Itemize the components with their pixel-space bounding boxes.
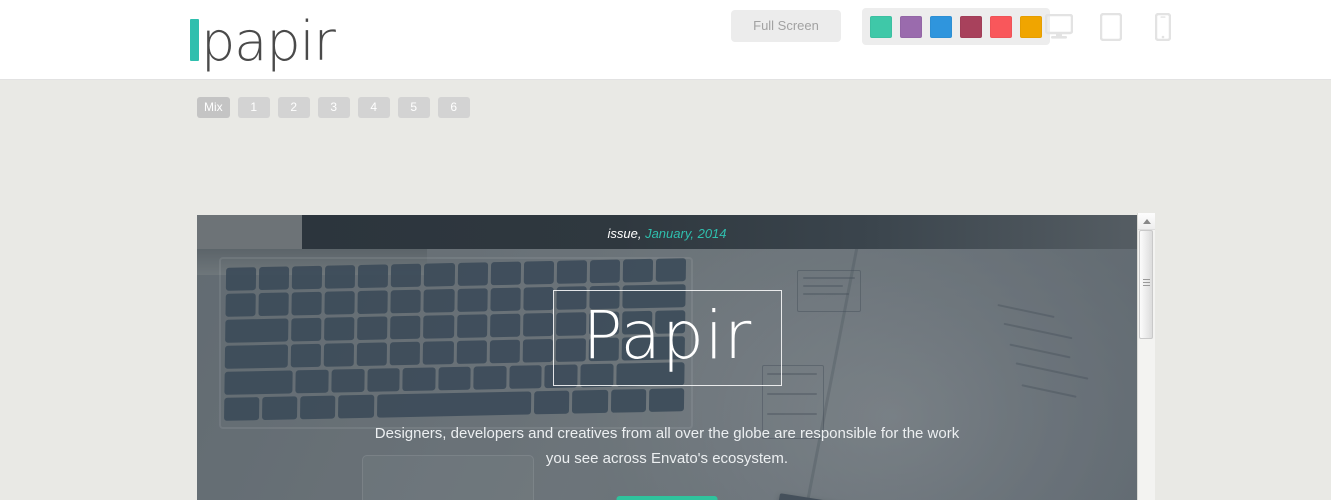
swatch-blue[interactable]	[930, 15, 952, 38]
issue-line: issue, January, 2014	[197, 226, 1137, 241]
tablet-icon	[1100, 13, 1122, 41]
template-tab-row: Mix 1 2 3 4 5 6	[197, 97, 470, 118]
tablet-view-button[interactable]	[1092, 8, 1130, 46]
color-swatch-group	[862, 8, 1050, 45]
tab-1[interactable]: 1	[237, 97, 270, 118]
logo-text: papir	[201, 10, 336, 73]
tab-5[interactable]: 5	[397, 97, 430, 118]
scroll-up-button[interactable]	[1138, 213, 1155, 230]
scrollbar-thumb[interactable]	[1139, 230, 1153, 339]
hero-description: Designers, developers and creatives from…	[374, 425, 960, 467]
preview-canvas: Mix 1 2 3 4 5 6 issue, January, 2014 Pap…	[0, 80, 1331, 500]
swatch-teal[interactable]	[870, 15, 892, 38]
logo[interactable]: papir	[190, 10, 336, 73]
more-detail-button[interactable]: More detail	[616, 496, 718, 500]
tab-2[interactable]: 2	[277, 97, 310, 118]
swatch-coral[interactable]	[990, 15, 1012, 38]
logo-accent-bar	[190, 19, 199, 61]
issue-label: issue,	[607, 226, 642, 241]
swatch-maroon[interactable]	[960, 15, 982, 38]
issue-date: January, 2014	[645, 226, 727, 241]
fullscreen-button[interactable]: Full Screen	[731, 10, 841, 42]
mobile-view-button[interactable]	[1144, 8, 1182, 46]
tab-mix[interactable]: Mix	[197, 97, 230, 118]
swatch-purple[interactable]	[900, 15, 922, 38]
device-preview-group	[1040, 8, 1182, 46]
preview-scrollbar[interactable]	[1137, 213, 1155, 500]
tab-3[interactable]: 3	[317, 97, 350, 118]
hero-title-box: Papir	[553, 290, 782, 386]
chevron-up-icon	[1142, 218, 1151, 224]
tab-4[interactable]: 4	[357, 97, 390, 118]
mobile-icon	[1155, 13, 1171, 41]
scrollbar-grip-icon	[1143, 279, 1150, 288]
template-preview-frame: issue, January, 2014 Papir Designers, de…	[197, 215, 1137, 500]
app-header: papir Full Screen	[0, 0, 1331, 80]
desktop-icon	[1045, 14, 1073, 39]
page-title: Papir	[582, 297, 753, 374]
tab-6[interactable]: 6	[437, 97, 470, 118]
swatch-amber[interactable]	[1020, 15, 1042, 38]
desktop-view-button[interactable]	[1040, 8, 1078, 46]
